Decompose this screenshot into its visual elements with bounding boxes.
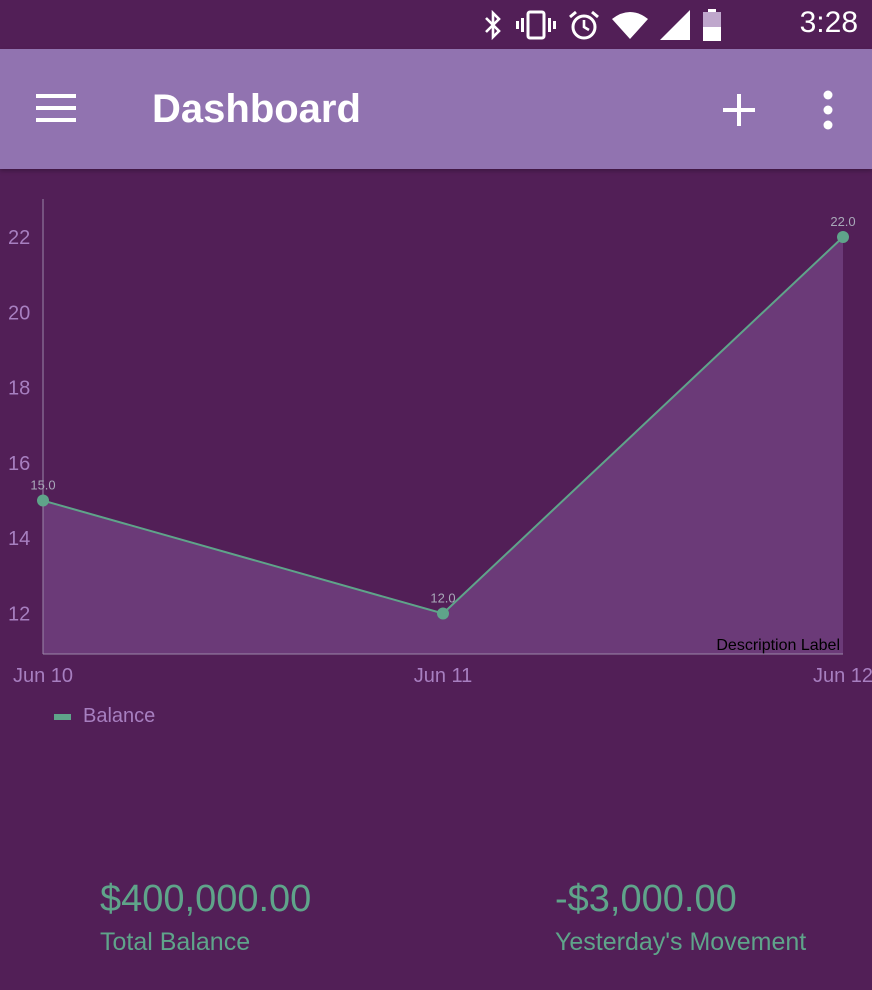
plus-icon xyxy=(723,94,755,126)
legend-label-balance: Balance xyxy=(83,705,156,727)
data-value-label: 12.0 xyxy=(430,591,455,606)
yesterday-movement-stat: -$3,000.00 Yesterday's Movement xyxy=(555,880,806,957)
y-tick-label: 22 xyxy=(8,227,30,249)
y-tick-label: 16 xyxy=(8,453,30,475)
data-point xyxy=(837,231,849,243)
status-icons xyxy=(482,9,722,41)
hamburger-menu-icon xyxy=(36,94,76,122)
x-tick-label: Jun 10 xyxy=(13,665,73,687)
app-bar: Dashboard xyxy=(0,49,872,169)
add-button[interactable] xyxy=(720,91,758,129)
clock-time: 3:28 xyxy=(799,6,858,39)
chart-legend: Balance xyxy=(54,705,155,728)
data-value-label: 22.0 xyxy=(830,214,855,229)
y-tick-label: 12 xyxy=(8,604,30,626)
data-point xyxy=(37,494,49,507)
y-tick-label: 18 xyxy=(8,378,30,400)
more-options-button[interactable] xyxy=(812,89,844,133)
yesterday-movement-value: -$3,000.00 xyxy=(555,878,737,920)
y-tick-label: 20 xyxy=(8,302,30,324)
page-title: Dashboard xyxy=(152,87,361,131)
total-balance-stat: $400,000.00 Total Balance xyxy=(100,880,311,957)
total-balance-label: Total Balance xyxy=(100,928,251,956)
total-balance-value: $400,000.00 xyxy=(100,878,312,920)
data-point xyxy=(437,607,449,620)
balance-chart: 12 14 16 18 20 22 Jun 10 Jun 11 Jun 12 15.0 12.0 2… xyxy=(8,199,872,687)
battery-icon xyxy=(703,9,721,41)
alarm-icon xyxy=(569,10,599,40)
chart-description-label: Description Label xyxy=(716,637,840,654)
data-value-label: 15.0 xyxy=(30,478,55,493)
wifi-icon xyxy=(612,12,648,39)
status-bar: 3:28 xyxy=(0,0,872,49)
x-tick-label: Jun 11 xyxy=(414,665,473,687)
yesterday-movement-label: Yesterday's Movement xyxy=(555,928,807,956)
more-vertical-icon xyxy=(823,90,833,130)
legend-swatch-balance xyxy=(54,713,71,720)
signal-icon xyxy=(660,10,690,40)
x-tick-label: Jun 12 xyxy=(813,665,872,687)
vibrate-icon xyxy=(516,10,556,40)
menu-button[interactable] xyxy=(36,93,78,125)
y-tick-label: 14 xyxy=(8,528,30,550)
bluetooth-icon xyxy=(485,10,501,40)
